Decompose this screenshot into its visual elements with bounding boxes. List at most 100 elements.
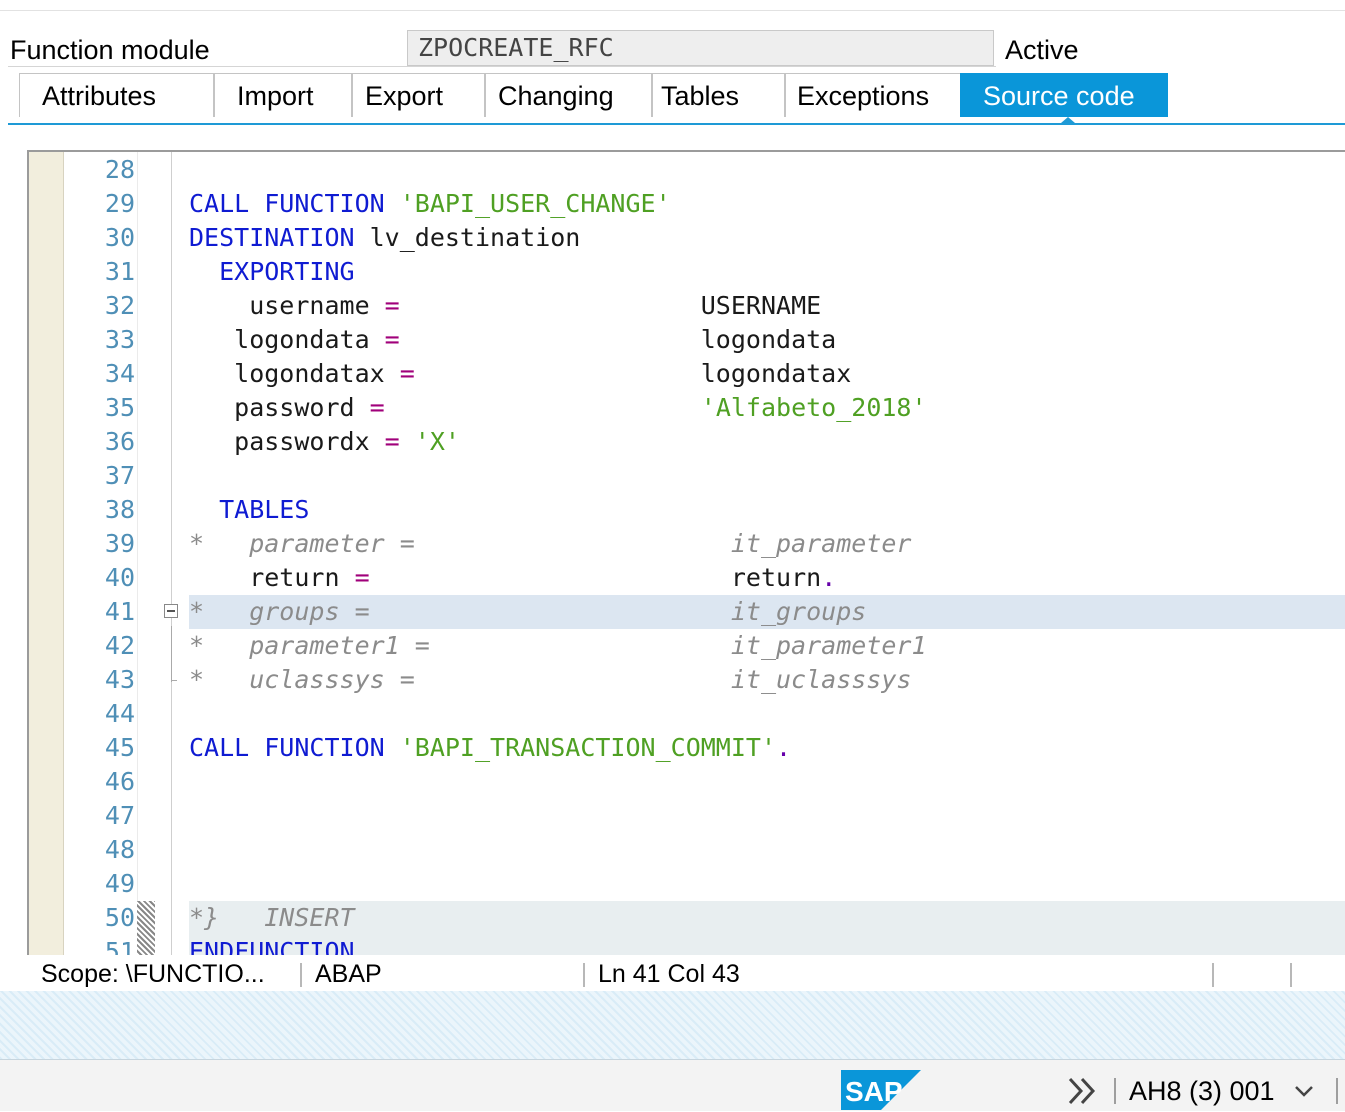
code-line[interactable]: 42 * parameter1 = it_parameter1 <box>29 629 1345 663</box>
tab-attributes[interactable]: Attributes <box>19 73 214 117</box>
double-chevron-right-icon[interactable] <box>1066 1075 1100 1107</box>
line-number: 40 <box>104 563 135 592</box>
header-divider <box>8 66 996 67</box>
code-line[interactable]: 44 <box>29 697 1345 731</box>
tab-label: Attributes <box>42 81 157 111</box>
code-line[interactable]: 39 * parameter = it_parameter <box>29 527 1345 561</box>
tab-label: Import <box>237 81 314 111</box>
tab-export[interactable]: Export <box>352 73 485 117</box>
line-number: 46 <box>104 767 135 796</box>
code-token: return <box>189 563 355 592</box>
line-number: 34 <box>104 359 135 388</box>
code-token: TABLES <box>189 495 310 524</box>
line-number: 32 <box>104 291 135 320</box>
code-text: * parameter1 = it_parameter1 <box>189 629 1345 663</box>
code-line[interactable]: 40 return = return. <box>29 561 1345 595</box>
code-line[interactable]: 36 passwordx = 'X' <box>29 425 1345 459</box>
tab-import[interactable]: Import <box>214 73 352 117</box>
scope-indicator: Scope: \FUNCTIO... <box>41 960 265 988</box>
code-text: CALL FUNCTION 'BAPI_TRANSACTION_COMMIT'. <box>189 731 1345 765</box>
code-text: * uclasssys = it_uclasssys <box>189 663 1345 697</box>
line-number: 35 <box>104 393 135 422</box>
code-token: = <box>354 563 370 592</box>
code-line[interactable]: 41 * groups = it_groups <box>29 595 1345 629</box>
code-text: logondatax = logondatax <box>189 357 1345 391</box>
code-token: . <box>776 733 792 762</box>
code-token: = <box>369 393 385 422</box>
code-line[interactable]: 33 logondata = logondata <box>29 323 1345 357</box>
tab-label: Tables <box>661 81 740 111</box>
chevron-down-icon[interactable] <box>1293 1080 1315 1102</box>
code-text: TABLES <box>189 493 1345 527</box>
code-line[interactable]: 28 <box>29 153 1345 187</box>
code-token: * parameter = it_parameter <box>189 529 912 558</box>
collapse-minus-icon[interactable] <box>164 604 178 618</box>
code-line[interactable]: 45 CALL FUNCTION 'BAPI_TRANSACTION_COMMIT… <box>29 731 1345 765</box>
code-line[interactable]: 29 CALL FUNCTION 'BAPI_USER_CHANGE' <box>29 187 1345 221</box>
code-token: = <box>384 325 400 354</box>
code-line[interactable]: 50 *} INSERT <box>29 901 1345 935</box>
code-token: logondata <box>189 325 385 354</box>
code-token: password <box>189 393 370 422</box>
code-line[interactable]: 30 DESTINATION lv_destination <box>29 221 1345 255</box>
code-token: return <box>369 563 822 592</box>
code-line[interactable]: 43 * uclasssys = it_uclasssys <box>29 663 1345 697</box>
code-token: = <box>384 427 400 456</box>
line-number: 33 <box>104 325 135 354</box>
status-text: Active <box>1005 35 1079 65</box>
code-line[interactable]: 49 <box>29 867 1345 901</box>
line-number: 28 <box>104 155 135 184</box>
status-separator <box>1290 963 1292 987</box>
tab-exceptions[interactable]: Exceptions <box>785 73 961 117</box>
function-module-label: Function module <box>10 35 210 65</box>
code-token: * uclasssys = it_uclasssys <box>189 665 912 694</box>
code-text: return = return. <box>189 561 1345 595</box>
code-token: DESTINATION <box>189 223 370 252</box>
code-line[interactable]: 37 <box>29 459 1345 493</box>
status-separator <box>300 963 302 987</box>
code-text: DESTINATION lv_destination <box>189 221 1345 255</box>
code-token: = <box>399 359 415 388</box>
tab-source-code[interactable]: Source code <box>960 73 1168 117</box>
tab-label: Changing <box>498 81 614 111</box>
code-line[interactable]: 38 TABLES <box>29 493 1345 527</box>
source-code-editor[interactable]: 28 29 CALL FUNCTION 'BAPI_USER_CHANGE' 30 DE… <box>27 150 1345 955</box>
language-indicator: ABAP <box>315 960 382 988</box>
code-line[interactable]: 35 password = 'Alfabeto_2018' <box>29 391 1345 425</box>
footer-separator <box>1114 1078 1116 1104</box>
code-token: EXPORTING <box>189 257 355 286</box>
line-number: 43 <box>104 665 135 694</box>
code-token: CALL FUNCTION <box>189 189 400 218</box>
code-line[interactable]: 47 <box>29 799 1345 833</box>
line-number: 37 <box>104 461 135 490</box>
code-token: logondatax <box>414 359 852 388</box>
code-token: = <box>384 291 400 320</box>
code-line[interactable]: 34 logondatax = logondatax <box>29 357 1345 391</box>
code-token: 'BAPI_TRANSACTION_COMMIT' <box>399 733 777 762</box>
tab-label: Source code <box>983 81 1135 111</box>
code-token: 'Alfabeto_2018' <box>700 393 927 422</box>
code-line[interactable]: 32 username = USERNAME <box>29 289 1345 323</box>
code-token: logondata <box>399 325 837 354</box>
tab-tables[interactable]: Tables <box>652 73 785 117</box>
tab-changing[interactable]: Changing <box>485 73 652 117</box>
code-token: * groups = it_groups <box>189 597 867 626</box>
code-text: logondata = logondata <box>189 323 1345 357</box>
active-tab-indicator <box>1061 117 1075 123</box>
code-text: password = 'Alfabeto_2018' <box>189 391 1345 425</box>
code-line[interactable]: 31 EXPORTING <box>29 255 1345 289</box>
function-module-field[interactable]: ZPOCREATE_RFC <box>407 30 994 66</box>
code-text: CALL FUNCTION 'BAPI_USER_CHANGE' <box>189 187 1345 221</box>
svg-text:SAP: SAP <box>845 1076 903 1107</box>
system-info[interactable]: AH8 (3) 001 <box>1129 1074 1275 1108</box>
code-line[interactable]: 48 <box>29 833 1345 867</box>
code-line[interactable]: 51 ENDFUNCTION. <box>29 935 1345 955</box>
status-separator <box>583 963 585 987</box>
line-number: 50 <box>104 903 135 932</box>
code-line[interactable]: 46 <box>29 765 1345 799</box>
background-pattern <box>0 991 1345 1060</box>
